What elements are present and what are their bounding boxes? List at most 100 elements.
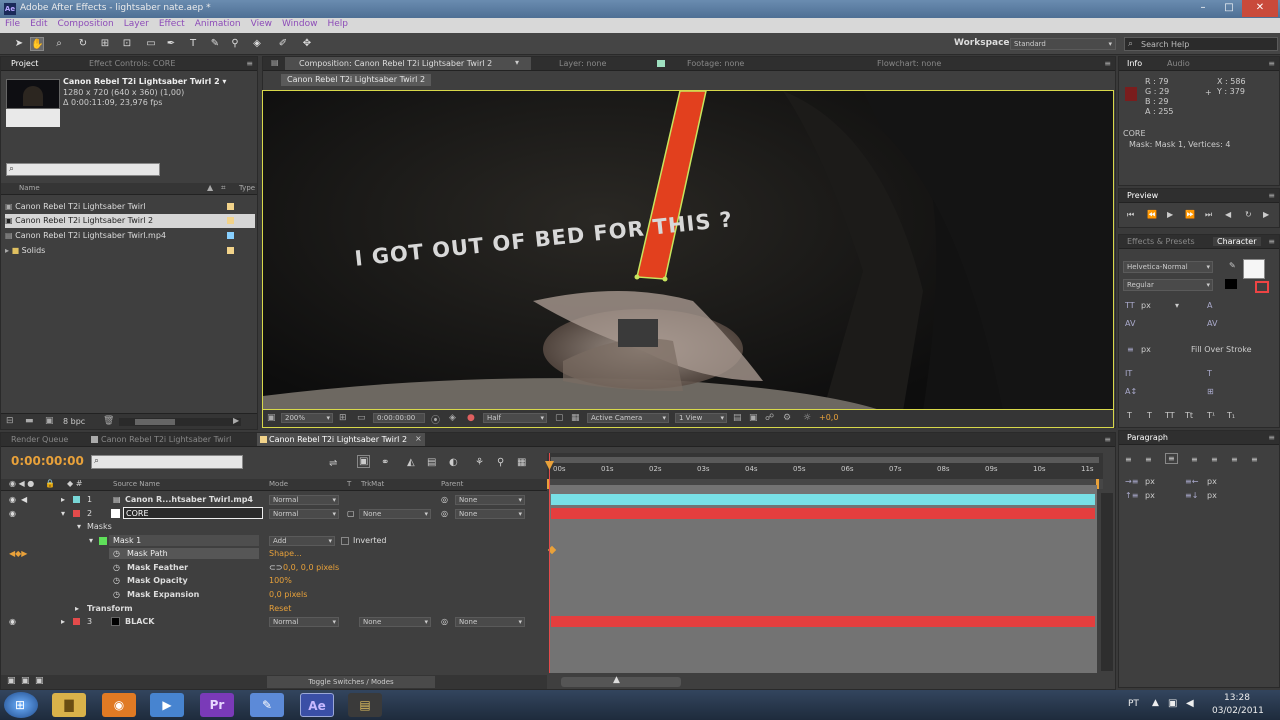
layer-bar-2[interactable] [551,508,1095,519]
reset-exposure-icon[interactable]: ☼ [803,413,811,423]
menu-composition[interactable]: Composition [53,18,119,30]
new-folder-icon[interactable]: ▬ [25,416,34,426]
tab-effects-presets[interactable]: Effects & Presets [1127,237,1195,246]
zoom-select[interactable]: 200% ▾ [281,413,333,423]
tab-effect-controls[interactable]: Effect Controls: CORE [89,59,175,68]
mask-path-value[interactable]: Shape... [269,547,302,560]
rectangle-tool-icon[interactable]: ▭ [144,37,158,51]
panel-menu-icon[interactable]: ≡ [1268,191,1275,200]
superscript-icon[interactable]: T¹ [1207,411,1215,420]
indent-left-unit[interactable]: px [1145,477,1155,486]
menu-view[interactable]: View [246,18,277,30]
mask-vertex[interactable] [634,274,640,280]
comp-name[interactable]: Canon Rebel T2i Lightsaber Twirl 2 ▾ [63,77,226,86]
font-family-select[interactable]: Helvetica-Normal ▾ [1123,261,1213,273]
resolution-select[interactable]: Half ▾ [483,413,547,423]
mask-mode-select[interactable]: Add ▾ [269,536,335,546]
help-search-field[interactable]: ⌕ Search Help [1124,37,1278,51]
puppet-tool-icon[interactable]: ✥ [300,37,314,51]
menu-file[interactable]: File [0,18,25,30]
col-trkmat[interactable]: TrkMat [361,480,384,488]
project-search-input[interactable]: ⌕ [6,163,160,176]
comp-mini-flowchart-icon[interactable]: ⇌ [329,458,337,469]
expand-arrow-icon[interactable]: ▸ [61,493,65,506]
safe-zones-icon[interactable]: ⊞ [339,413,347,423]
mask-name[interactable]: Mask 1 [113,534,141,547]
layer-name-edit[interactable]: CORE [123,507,263,519]
graph-editor-icon[interactable]: ▦ [517,457,526,468]
stopwatch-icon[interactable]: ◷ [113,574,120,587]
minimize-button[interactable]: – [1190,0,1216,17]
exposure-value[interactable]: +0,0 [819,413,838,422]
mask-path-row[interactable]: ◀◆▶ ◷ Mask Path Shape... [1,547,546,560]
firefox-icon[interactable]: ◉ [102,693,136,717]
expand-modes-icon[interactable]: ▣ [21,676,30,686]
after-effects-task-icon[interactable]: Ae [300,693,334,717]
project-scrollbar[interactable] [119,418,241,426]
tab-info[interactable]: Info [1127,59,1142,68]
col-source-name[interactable]: Source Name [113,480,160,488]
col-mode[interactable]: Mode [269,480,288,488]
menu-animation[interactable]: Animation [190,18,246,30]
pickwhip-icon[interactable]: ◎ [441,493,448,506]
close-icon[interactable]: × [415,434,422,443]
always-preview-icon[interactable]: ▣ [267,413,276,423]
col-type[interactable]: Type [239,184,255,192]
expand-arrow-icon[interactable]: ▸ [75,602,79,615]
pickwhip-icon[interactable]: ◎ [441,507,448,520]
align-left-icon[interactable]: ≡ [1125,455,1132,464]
fill-stroke-select[interactable]: Fill Over Stroke [1191,345,1252,354]
mask-feather-value[interactable]: 0,0, 0,0 pixels [283,561,339,574]
timeline-vscrollbar[interactable] [1101,493,1113,671]
expand-arrow-icon[interactable]: ▾ [89,534,93,547]
trkmat-select[interactable]: None ▾ [359,617,431,627]
close-button[interactable]: ✕ [1242,0,1278,17]
panel-menu-icon[interactable]: ≡ [1104,435,1111,444]
interpret-footage-icon[interactable]: ⊟ [6,416,14,426]
region-of-interest-icon[interactable]: ▢ [555,413,564,423]
panel-menu-icon[interactable]: ≡ [246,59,253,68]
menu-window[interactable]: Window [277,18,323,30]
align-center-icon[interactable]: ≡ [1145,455,1152,464]
transform-reset[interactable]: Reset [269,602,291,615]
layer-label-color[interactable] [73,496,80,503]
hand-tool-icon[interactable]: ✋ [30,37,44,51]
col-t[interactable]: T [347,480,351,488]
roto-brush-tool-icon[interactable]: ✐ [276,37,290,51]
layer-bar-1[interactable] [551,494,1095,505]
parent-select[interactable]: None ▾ [455,617,525,627]
panel-menu-icon[interactable]: ≡ [1268,433,1275,442]
layer-name[interactable]: Canon R...htsaber Twirl.mp4 [125,493,253,506]
black-swatch[interactable] [1225,279,1237,289]
tab-layer[interactable]: Layer: none [559,59,606,68]
workspace-select[interactable]: Standard ▾ [1010,38,1116,50]
maximize-button[interactable]: □ [1216,0,1242,17]
tab-footage[interactable]: Footage: none [687,59,744,68]
show-snapshot-icon[interactable]: ◈ [449,413,456,423]
flowchart-icon[interactable]: ⚙ [783,413,791,423]
audio-toggle-icon[interactable]: ◀ [21,493,27,506]
keyframe-navigator-icon[interactable]: ◀◆▶ [9,547,27,560]
previous-frame-icon[interactable]: ⏪ [1147,210,1157,219]
camera-tool-icon[interactable]: ⊞ [98,37,112,51]
current-time-display[interactable]: 0:00:00:00 [11,454,84,468]
layer-label-color[interactable] [73,510,80,517]
col-name[interactable]: Name [19,184,40,192]
mask-visibility-icon[interactable]: ▭ [357,413,366,423]
toggle-switches-modes-button[interactable]: Toggle Switches / Modes [267,676,435,688]
tab-preview[interactable]: Preview [1127,191,1158,200]
last-frame-icon[interactable]: ⏭ [1205,210,1212,220]
new-composition-icon[interactable]: ▣ [45,416,54,426]
tab-flowchart[interactable]: Flowchart: none [877,59,941,68]
mask-feather-row[interactable]: ◷ Mask Feather ⊂⊃ 0,0, 0,0 pixels [1,561,546,574]
draft-3d-icon[interactable]: ⚭ [381,457,389,468]
network-icon[interactable]: ▣ [1168,698,1177,709]
brainstorm-icon[interactable]: ⚘ [475,457,484,468]
panel-menu-icon[interactable]: ≡ [1268,59,1275,68]
live-update-icon[interactable]: ▣ [357,455,371,468]
ram-preview-icon[interactable]: ▶ [1263,210,1269,219]
menu-layer[interactable]: Layer [119,18,154,30]
space-after-unit[interactable]: px [1207,491,1217,500]
scrollbar-thumb[interactable] [135,419,175,425]
clock-date[interactable]: 03/02/2011 [1212,706,1264,716]
